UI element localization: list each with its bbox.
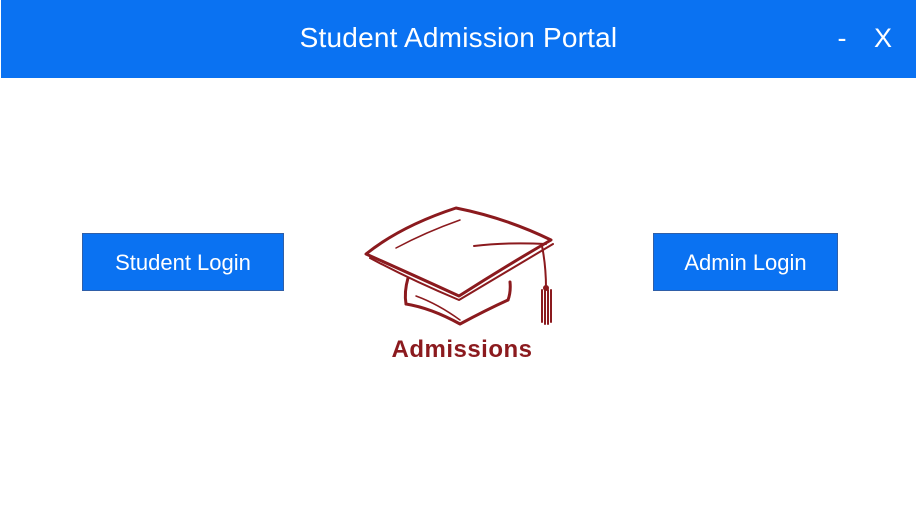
minimize-button[interactable]: - [824, 18, 860, 58]
close-button[interactable]: X [865, 18, 901, 58]
title-bar: Student Admission Portal - X [1, 0, 916, 78]
app-window: Student Admission Portal - X Student Log… [0, 0, 917, 508]
logo-text: Admissions [391, 336, 533, 363]
student-login-button[interactable]: Student Login [82, 233, 284, 291]
graduation-cap-icon [364, 206, 554, 326]
window-title: Student Admission Portal [299, 22, 618, 53]
admin-login-button[interactable]: Admin Login [653, 233, 838, 291]
admissions-logo: Admissions [356, 196, 568, 371]
